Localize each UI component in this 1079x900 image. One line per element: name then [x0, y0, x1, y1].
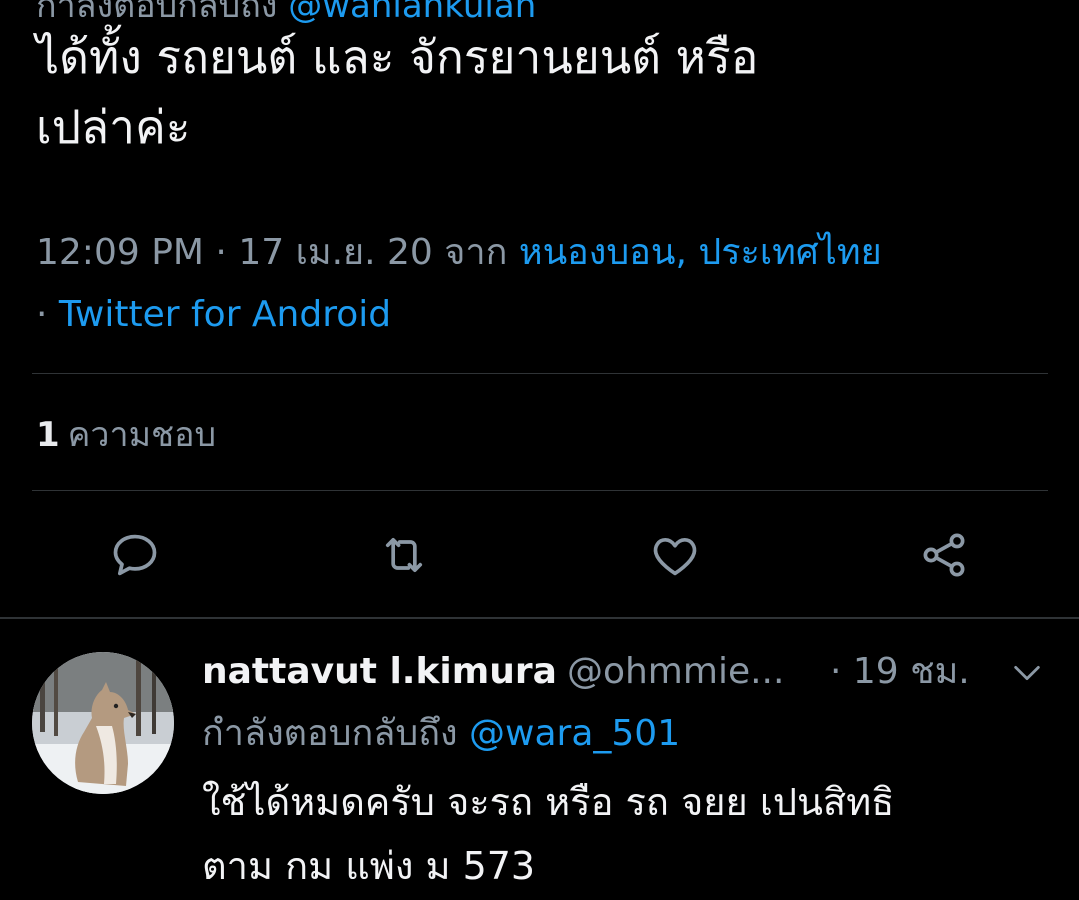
- divider-top: [32, 373, 1048, 374]
- like-label: ความชอบ: [67, 415, 217, 455]
- retweet-icon: [385, 537, 423, 573]
- reply-time: · 19 ชม.: [830, 651, 970, 692]
- share-button[interactable]: [914, 525, 974, 585]
- avatar[interactable]: [32, 652, 174, 794]
- reply-replying-to: กำลังตอบกลับถึง @wara_501: [202, 706, 680, 762]
- tweet-date: 17 เม.ย. 20: [238, 232, 433, 273]
- reply-text-line-2: ตาม กม แพ่ง ม 573: [202, 844, 536, 888]
- tweet-text: ได้ทั้ง รถยนต์ และ จักรยานยนต์ หรือ เปล่…: [36, 22, 1046, 162]
- reply-display-name[interactable]: nattavut l.kimura: [202, 651, 557, 692]
- replying-prefix: กำลังตอบกลับถึง: [202, 713, 470, 754]
- like-count: 1: [36, 415, 60, 455]
- reply-text-line-1: ใช้ได้หมดครับ จะรถ หรือ รถ จยย เปนสิทธิ: [202, 780, 895, 824]
- reply-tweet[interactable]: nattavut l.kimura @ohmmie... · 19 ชม. กำล…: [0, 630, 1079, 900]
- tweet-meta: 12:09 PM · 17 เม.ย. 20 จาก หนองบอน, ประเ…: [36, 222, 1046, 346]
- reply-handle[interactable]: @ohmmie...: [567, 651, 784, 692]
- replying-handle-link[interactable]: @wara_501: [469, 713, 680, 754]
- meta-dot-2: ·: [36, 294, 59, 335]
- tweet-text-line-2: เปล่าค่ะ: [36, 100, 191, 154]
- like-button[interactable]: [645, 525, 705, 585]
- divider-bottom: [32, 490, 1048, 491]
- reply-button[interactable]: [105, 525, 165, 585]
- tweet-detail-screen: กำลังตอบกลับถึง @wanlankulan ได้ทั้ง รถย…: [0, 0, 1079, 900]
- reply-header: nattavut l.kimura @ohmmie... · 19 ชม.: [202, 644, 1062, 700]
- tweet-text-line-1: ได้ทั้ง รถยนต์ และ จักรยานยนต์ หรือ: [36, 30, 759, 84]
- tweet-action-bar: [0, 525, 1079, 585]
- likes-count-link[interactable]: 1 ความชอบ: [36, 410, 216, 460]
- reply-text: ใช้ได้หมดครับ จะรถ หรือ รถ จยย เปนสิทธิ …: [202, 770, 1062, 898]
- meta-dot: ·: [203, 232, 239, 273]
- chevron-down-icon[interactable]: [1010, 656, 1044, 690]
- share-icon: [923, 533, 965, 577]
- comment-icon: [113, 534, 157, 576]
- tweet-time: 12:09 PM: [36, 232, 204, 273]
- retweet-button[interactable]: [374, 525, 434, 585]
- section-separator: [0, 617, 1079, 619]
- tweet-source-link[interactable]: Twitter for Android: [59, 294, 391, 335]
- from-label: จาก: [432, 232, 519, 273]
- heart-icon: [653, 537, 697, 576]
- avatar-dog-photo: [32, 652, 174, 794]
- tweet-location-link[interactable]: หนองบอน, ประเทศไทย: [519, 232, 882, 273]
